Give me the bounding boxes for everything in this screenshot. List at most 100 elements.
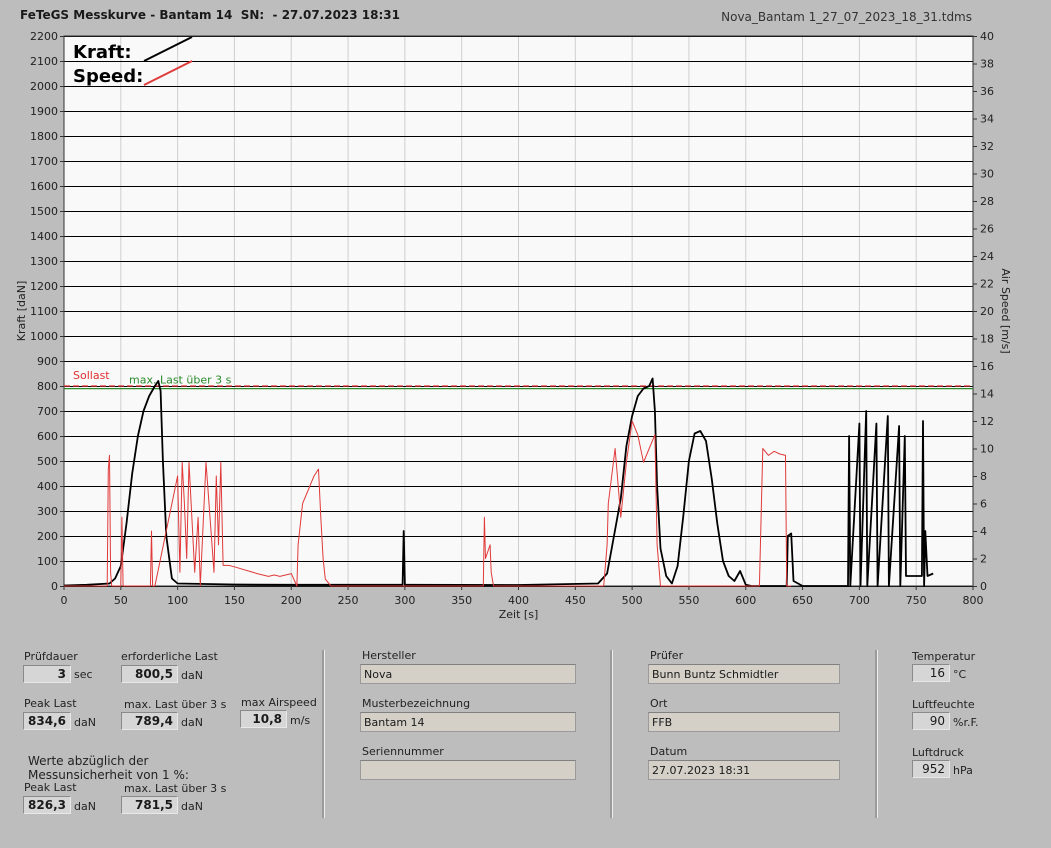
x-tick-label: 350 <box>451 594 472 607</box>
x-tick-label: 700 <box>849 594 870 607</box>
y-tick-label: 1100 <box>30 305 58 318</box>
y2-tick-label: 4 <box>980 525 987 538</box>
separator-2 <box>610 650 613 818</box>
reference-line-label: Sollast <box>73 369 110 382</box>
luftfeuchte-value: 90 <box>912 712 950 730</box>
peak-last-adj-label: Peak Last <box>24 781 77 794</box>
pruefer-field[interactable]: Bunn Buntz Schmidtler <box>648 664 840 684</box>
separator-3 <box>875 650 878 818</box>
separator-1 <box>322 650 325 818</box>
force-speed-chart: 0100200300400500600700800900100011001200… <box>15 30 1012 621</box>
peak-last-unit: daN <box>74 716 96 729</box>
hersteller-field[interactable]: Nova <box>360 664 576 684</box>
y2-tick-label: 2 <box>980 553 987 566</box>
pruefdauer-unit: sec <box>74 668 93 681</box>
y-tick-label: 600 <box>37 430 58 443</box>
werte-note-line1: Werte abzüglich der <box>28 754 149 768</box>
x-tick-label: 250 <box>338 594 359 607</box>
y-tick-label: 700 <box>37 405 58 418</box>
y2-tick-label: 38 <box>980 58 994 71</box>
y-tick-label: 1300 <box>30 255 58 268</box>
y-tick-label: 900 <box>37 355 58 368</box>
y-tick-label: 2000 <box>30 80 58 93</box>
y-tick-label: 100 <box>37 555 58 568</box>
y2-tick-label: 8 <box>980 470 987 483</box>
y-axis-label: Kraft [daN] <box>15 281 28 342</box>
peak-last-adj-unit: daN <box>74 800 96 813</box>
temperatur-value: 16 <box>912 664 950 682</box>
max-last-value: 789,4 <box>121 712 178 730</box>
muster-field[interactable]: Bantam 14 <box>360 712 576 732</box>
x-tick-label: 650 <box>792 594 813 607</box>
max-last-adj-unit: daN <box>181 800 203 813</box>
serien-label: Seriennummer <box>362 745 444 758</box>
y-tick-label: 0 <box>51 580 58 593</box>
y-tick-label: 300 <box>37 505 58 518</box>
x-tick-label: 600 <box>735 594 756 607</box>
pruefdauer-value: 3 <box>23 665 71 683</box>
erforderliche-last-label: erforderliche Last <box>121 650 218 663</box>
temperatur-unit: °C <box>953 668 967 681</box>
max-last-adj-value: 781,5 <box>121 796 178 814</box>
datum-label: Datum <box>650 745 688 758</box>
y-tick-label: 1800 <box>30 130 58 143</box>
max-airspeed-value: 10,8 <box>240 710 287 728</box>
luftfeuchte-label: Luftfeuchte <box>912 698 975 711</box>
y2-tick-label: 26 <box>980 223 994 236</box>
y-tick-label: 1600 <box>30 180 58 193</box>
x-tick-label: 200 <box>281 594 302 607</box>
y-tick-label: 400 <box>37 480 58 493</box>
x-axis-label: Zeit [s] <box>499 608 538 621</box>
ort-field[interactable]: FFB <box>648 712 840 732</box>
datum-field[interactable]: 27.07.2023 18:31 <box>648 760 840 780</box>
temperatur-label: Temperatur <box>912 650 976 663</box>
y2-tick-label: 20 <box>980 305 994 318</box>
y-tick-label: 2100 <box>30 55 58 68</box>
y2-tick-label: 30 <box>980 168 994 181</box>
y2-axis-label: Air Speed [m/s] <box>999 268 1012 353</box>
pruefdauer-label: Prüfdauer <box>24 650 78 663</box>
erforderliche-last-value: 800,5 <box>121 665 178 683</box>
y-tick-label: 2200 <box>30 30 58 43</box>
werte-note-line2: Messunsicherheit von 1 %: <box>28 768 189 782</box>
y2-tick-label: 24 <box>980 250 994 263</box>
peak-last-label: Peak Last <box>24 697 77 710</box>
x-tick-label: 0 <box>61 594 68 607</box>
y2-tick-label: 0 <box>980 580 987 593</box>
x-tick-label: 450 <box>565 594 586 607</box>
y-tick-label: 1000 <box>30 330 58 343</box>
luftfeuchte-unit: %r.F. <box>953 716 979 729</box>
x-tick-label: 400 <box>508 594 529 607</box>
x-tick-label: 100 <box>167 594 188 607</box>
luftdruck-label: Luftdruck <box>912 746 964 759</box>
pruefer-label: Prüfer <box>650 649 684 662</box>
y2-tick-label: 6 <box>980 498 987 511</box>
max-airspeed-label: max Airspeed <box>241 696 317 709</box>
x-tick-label: 150 <box>224 594 245 607</box>
x-tick-label: 500 <box>622 594 643 607</box>
y2-tick-label: 32 <box>980 140 994 153</box>
y-tick-label: 500 <box>37 455 58 468</box>
y2-tick-label: 22 <box>980 278 994 291</box>
serien-field[interactable] <box>360 760 576 780</box>
x-tick-label: 800 <box>963 594 984 607</box>
y-tick-label: 1900 <box>30 105 58 118</box>
muster-label: Musterbezeichnung <box>362 697 471 710</box>
max-last-unit: daN <box>181 716 203 729</box>
luftdruck-unit: hPa <box>953 764 973 777</box>
y2-tick-label: 34 <box>980 113 994 126</box>
y2-tick-label: 40 <box>980 30 994 43</box>
x-tick-label: 750 <box>906 594 927 607</box>
y2-tick-label: 12 <box>980 415 994 428</box>
max-airspeed-unit: m/s <box>290 714 311 727</box>
y2-tick-label: 18 <box>980 333 994 346</box>
peak-last-value: 834,6 <box>23 712 71 730</box>
y-tick-label: 800 <box>37 380 58 393</box>
y2-tick-label: 14 <box>980 388 994 401</box>
erforderliche-last-unit: daN <box>181 669 203 682</box>
max-last-label: max. Last über 3 s <box>124 698 227 711</box>
y2-tick-label: 10 <box>980 443 994 456</box>
legend-label: Speed: <box>73 66 143 87</box>
hersteller-label: Hersteller <box>362 649 416 662</box>
y-tick-label: 1400 <box>30 230 58 243</box>
